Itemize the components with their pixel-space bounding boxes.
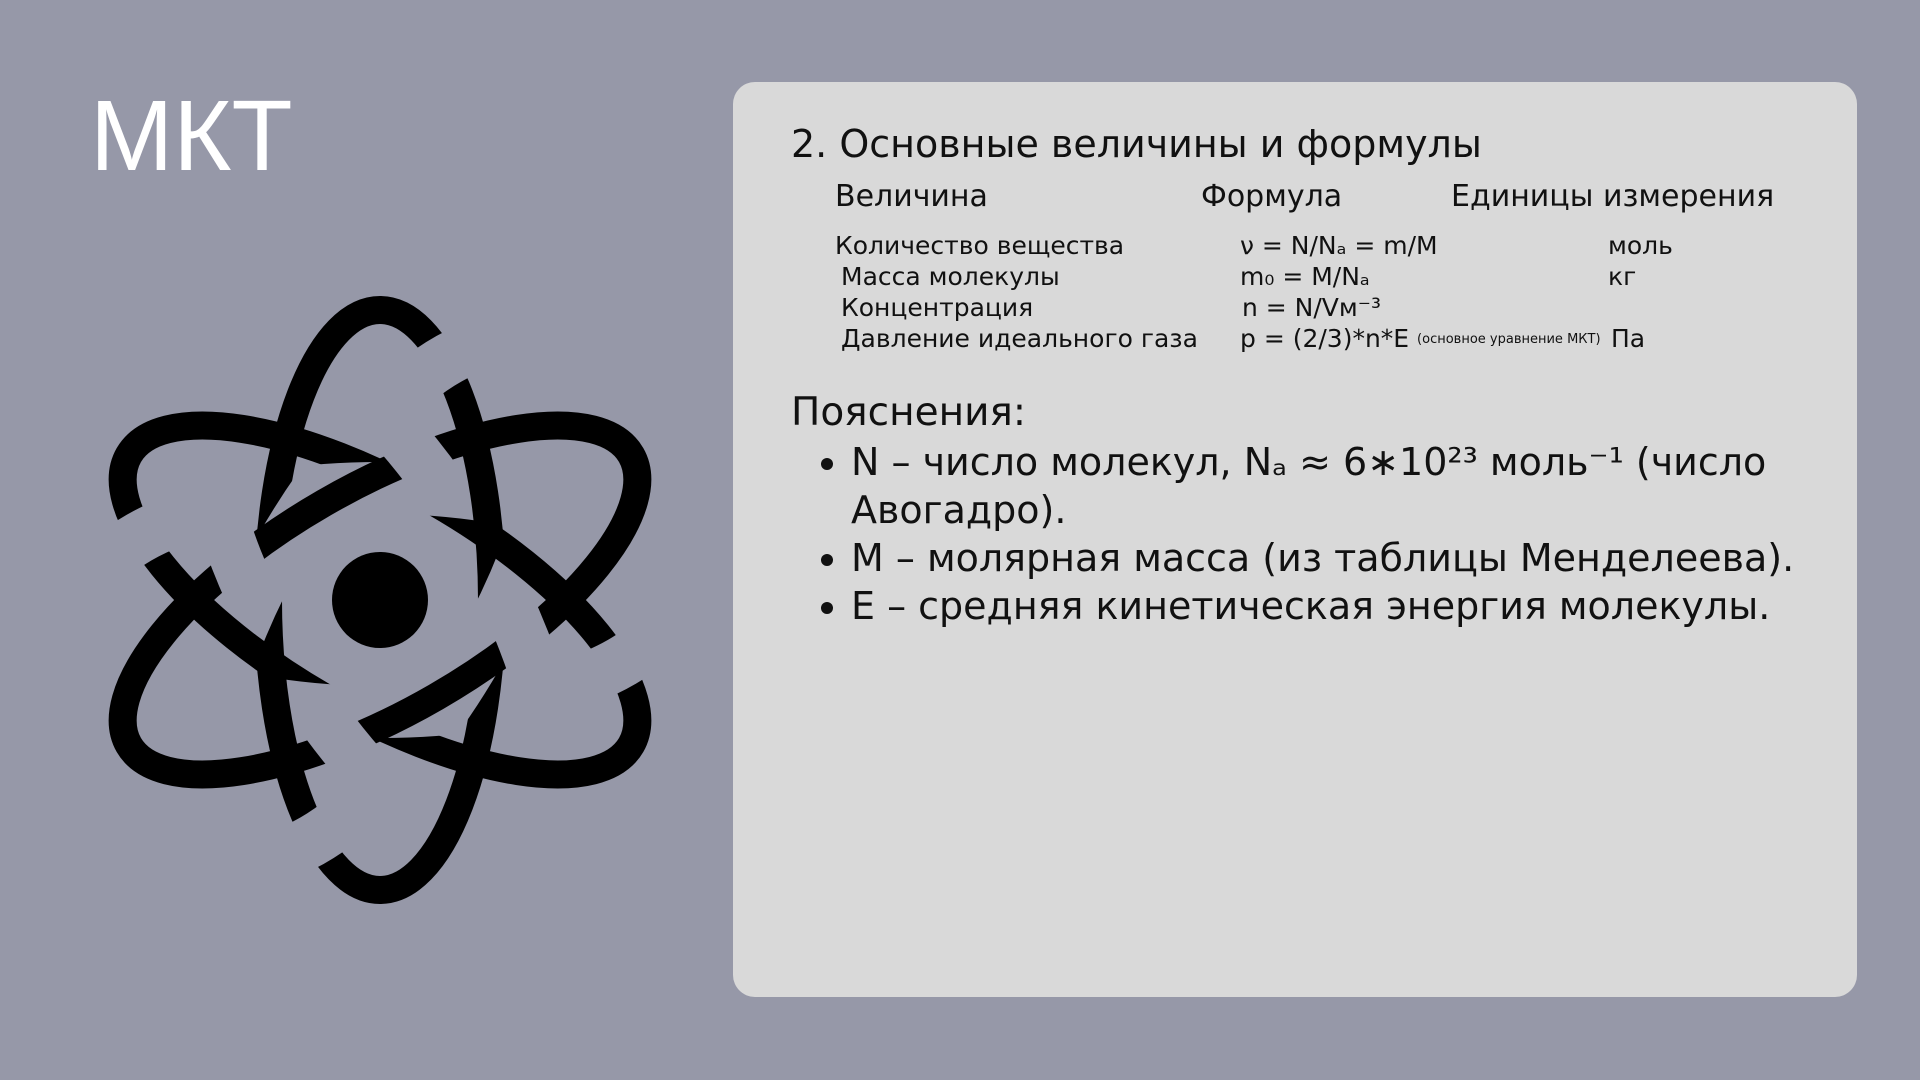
column-header-units: Единицы измерения: [1451, 179, 1775, 214]
row-unit: кг: [1608, 262, 1637, 291]
atom-icon: [60, 280, 700, 920]
row-unit: Па: [1611, 324, 1646, 353]
row-formula: m₀ = M/Nₐ: [1240, 262, 1370, 291]
row-quantity: Масса молекулы: [841, 262, 1060, 291]
table-row: Количество вещества ν = N/Nₐ = m/M моль: [733, 231, 1857, 261]
list-item: E – средняя кинетическая энергия молекул…: [851, 582, 1831, 630]
list-item: M – молярная масса (из таблицы Менделеев…: [851, 534, 1831, 582]
row-quantity: Давление идеального газа: [841, 324, 1198, 353]
table-row: Давление идеального газа p = (2/3)*n*E (…: [733, 324, 1857, 354]
atom-nucleus: [332, 552, 428, 648]
table-row: Масса молекулы m₀ = M/Nₐ кг: [733, 262, 1857, 292]
content-card: 2. Основные величины и формулы Величина …: [733, 82, 1857, 997]
table-row: Концентрация n = N/Vм⁻³: [733, 293, 1857, 323]
notes-list: N – число молекул, Nₐ ≈ 6∗10²³ моль⁻¹ (ч…: [791, 438, 1831, 630]
row-formula: n = N/Vм⁻³: [1242, 293, 1381, 322]
formula-note: (основное уравнение МКТ): [1417, 332, 1601, 347]
row-formula: ν = N/Nₐ = m/M: [1240, 231, 1438, 260]
slide-title: МКТ: [90, 80, 293, 192]
section-heading: 2. Основные величины и формулы: [791, 122, 1482, 166]
notes-heading: Пояснения:: [791, 390, 1027, 435]
column-header-formula: Формула: [1201, 179, 1343, 214]
row-quantity: Концентрация: [841, 293, 1034, 322]
row-formula: p = (2/3)*n*E (основное уравнение МКТ): [1240, 324, 1601, 353]
row-quantity: Количество вещества: [835, 231, 1125, 260]
column-header-quantity: Величина: [835, 179, 988, 214]
row-unit: моль: [1608, 231, 1673, 260]
list-item: N – число молекул, Nₐ ≈ 6∗10²³ моль⁻¹ (ч…: [851, 438, 1831, 534]
